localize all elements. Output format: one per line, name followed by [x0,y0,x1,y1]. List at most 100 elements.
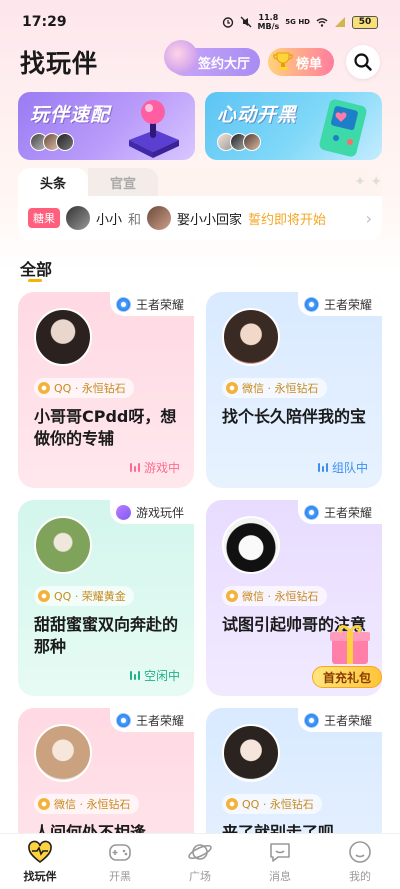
partner-card[interactable]: 游戏玩伴 QQ · 荣耀黄金 甜甜蜜蜜双向奔赴的那种 空闲中 [18,500,194,696]
rank-icon [38,590,50,602]
news-connector: 和 [128,212,142,228]
page-title: 找玩伴 [20,49,99,78]
status-time: 17:29 [22,14,67,30]
partner-card-grid: 王者荣耀 QQ · 永恒钻石 小哥哥CPdd呀，想做你的专辅 游戏中 王者荣耀 … [18,292,382,842]
avatar [147,206,172,230]
rank-icon [226,590,238,602]
status-bar: 17:29 11.8 MB/s 5G HD 50 [0,0,400,44]
avatar [222,516,280,574]
avatar [66,206,90,230]
card-intro-text: 找个长久陪伴我的宝 [222,407,366,426]
headline-news-card: 头条 官宣 糖果 小小 和 娶小小回家 誓约即将开始 › [18,168,382,240]
game-tag: 王者荣耀 [297,500,382,524]
chat-bubble-icon [270,843,290,862]
rank-badge: 微信 · 永恒钻石 [222,586,327,606]
tab-announcements[interactable]: 官宣 [88,168,158,196]
contract-hall-avatar-icon [164,40,198,74]
trophy-icon [273,52,293,70]
tab-find-partner[interactable]: 找玩伴 [0,834,80,889]
alarm-icon [222,17,233,28]
gamepad-icon [109,844,131,861]
avatar [34,516,92,574]
rank-badge: QQ · 永恒钻石 [222,794,322,814]
game-tag: 王者荣耀 [109,708,194,732]
avatar [56,133,74,151]
heart-team-banner[interactable]: 心动开黑 [205,92,382,160]
card-intro-text: 小哥哥CPdd呀，想做你的专辅 [34,407,177,448]
game-tag: 王者荣耀 [297,292,382,316]
status-bars-icon [317,463,328,472]
tab-plaza[interactable]: 广场 [160,834,240,889]
rank-icon [38,382,50,394]
rank-badge: 微信 · 永恒钻石 [222,378,327,398]
planet-icon [188,844,212,860]
candy-tag: 糖果 [28,208,60,228]
rank-badge: QQ · 永恒钻石 [34,378,134,398]
honor-of-kings-icon [115,712,131,728]
gift-label: 首充礼包 [312,666,382,688]
partner-card[interactable]: 王者荣耀 微信 · 永恒钻石 找个长久陪伴我的宝 组队中 [206,292,382,488]
status-badge: 组队中 [317,459,368,476]
rank-icon [226,382,238,394]
game-tag: 王者荣耀 [297,708,382,732]
section-title: 全部 [20,260,53,279]
tab-messages[interactable]: 消息 [240,834,320,889]
leaderboard-label: 榜单 [295,56,322,72]
avatar [34,308,92,366]
quick-match-banner[interactable]: 玩伴速配 [18,92,195,160]
news-item[interactable]: 糖果 小小 和 娶小小回家 誓约即将开始 › [18,196,382,240]
status-bars-icon [129,463,140,472]
rank-badge: QQ · 荣耀黄金 [34,586,134,606]
gift-box-icon [330,625,370,664]
status-bars-icon [129,671,140,680]
handheld-console-icon [319,99,367,157]
rank-icon [226,798,238,810]
contract-hall-label: 签约大厅 [197,56,250,72]
sparkle-icon: ✦ ✦ [354,174,382,190]
first-charge-gift-badge[interactable]: 首充礼包 [312,622,382,688]
tab-team-up[interactable]: 开黑 [80,834,160,889]
profile-circle-icon [349,841,371,863]
avatar [222,724,280,782]
feature-banners: 玩伴速配 心动开黑 [18,92,382,160]
search-button[interactable] [346,45,380,79]
avatar [34,724,92,782]
honor-of-kings-icon [303,296,319,312]
honor-of-kings-icon [303,712,319,728]
news-user-a: 小小 [96,212,123,228]
avatar [243,133,261,151]
game-tag: 游戏玩伴 [109,500,194,524]
network-speed: 11.8 MB/s [257,13,280,31]
search-icon [354,53,372,71]
card-intro-text: 甜甜蜜蜜双向奔赴的那种 [34,615,178,656]
game-tag: 王者荣耀 [109,292,194,316]
honor-of-kings-icon [303,504,319,520]
mute-icon [240,16,251,28]
status-badge: 空闲中 [129,667,180,684]
partner-card[interactable]: 王者荣耀 QQ · 永恒钻石 小哥哥CPdd呀，想做你的专辅 游戏中 [18,292,194,488]
page-header: 找玩伴 签约大厅 榜单 [0,40,400,84]
status-badge: 游戏中 [129,459,180,476]
leaderboard-button[interactable]: 榜单 [268,48,334,76]
contract-hall-button[interactable]: 签约大厅 [164,40,260,76]
rank-icon [38,798,50,810]
tab-profile[interactable]: 我的 [320,834,400,889]
news-tabs: 头条 官宣 [18,168,382,196]
bottom-tab-bar: 找玩伴 开黑 广场 消息 我的 [0,833,400,889]
section-underline [28,279,42,282]
signal-icon [335,17,345,27]
game-partner-icon [115,504,131,520]
honor-of-kings-icon [115,296,131,312]
news-message: 誓约即将开始 [248,212,327,228]
partner-card[interactable]: 王者荣耀 微信 · 永恒钻石 人间何处不相逢 [18,708,194,842]
tab-headlines[interactable]: 头条 [18,168,88,196]
status-icons: 11.8 MB/s 5G HD 50 [222,13,378,31]
network-type: 5G HD [285,18,310,26]
wifi-icon [316,18,328,27]
rank-badge: 微信 · 永恒钻石 [34,794,139,814]
battery-indicator: 50 [352,15,378,29]
partner-card[interactable]: 王者荣耀 QQ · 永恒钻石 来了就别走了呗 [206,708,382,842]
heartbeat-icon [28,840,52,864]
avatar [222,308,280,366]
chevron-right-icon: › [365,208,372,228]
